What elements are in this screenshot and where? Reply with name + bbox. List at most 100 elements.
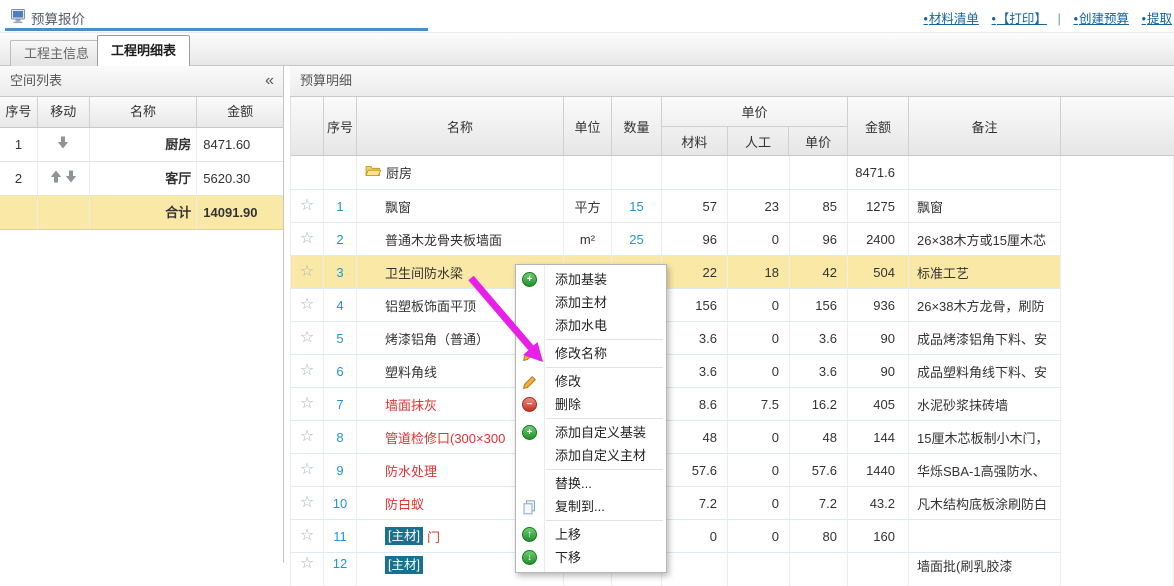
move-down-icon[interactable] xyxy=(65,162,77,195)
favorite-star-icon[interactable]: ☆ xyxy=(300,556,314,572)
row-seq[interactable]: 6 xyxy=(324,355,357,388)
row-material: 57.6 xyxy=(662,454,728,487)
folder-icon[interactable] xyxy=(365,165,381,180)
row-material: 96 xyxy=(662,223,728,256)
favorite-star-icon[interactable]: ☆ xyxy=(300,462,314,478)
row-unit-price: 3.6 xyxy=(790,322,848,355)
budget-row-1[interactable]: ☆ 1 飘窗 平方 15 57 23 85 1275 飘窗 xyxy=(291,190,1174,223)
row-seq[interactable]: 8 xyxy=(324,421,357,454)
budget-row-2[interactable]: ☆ 2 普通木龙骨夹板墙面 m² 25 96 0 96 2400 26×38木方… xyxy=(291,223,1174,256)
row-seq[interactable]: 11 xyxy=(324,520,357,553)
move-up-icon[interactable] xyxy=(50,162,62,195)
favorite-star-icon[interactable]: ☆ xyxy=(300,231,314,247)
row-labor: 18 xyxy=(728,256,790,289)
budget-row-12-partial[interactable]: ☆ 12 [主材] 墙面批(刷乳胶漆 xyxy=(291,553,1174,586)
row-labor: 0 xyxy=(728,223,790,256)
row-amount: 43.2 xyxy=(848,487,909,520)
row-material: 0 xyxy=(662,520,728,553)
row-seq[interactable]: 2 xyxy=(324,223,357,256)
row-labor: 0 xyxy=(728,322,790,355)
menu-item-rename[interactable]: 修改名称 xyxy=(516,342,666,365)
space-row-kitchen[interactable]: 1 厨房 8471.60 xyxy=(0,128,283,162)
budget-row-10[interactable]: ☆ 10 防白蚁 7.2 0 7.2 43.2 凡木结构底板涂刷防白 xyxy=(291,487,1174,520)
row-seq[interactable]: 4 xyxy=(324,289,357,322)
row-material: 7.2 xyxy=(662,487,728,520)
space-row-living-room[interactable]: 2 客厅 5620.30 xyxy=(0,162,283,196)
title-bar: 预算报价 •材料清单 •【打印】 | •创建预算 •提取 xyxy=(0,0,1174,33)
menu-separator xyxy=(546,339,663,340)
budget-row-6[interactable]: ☆ 6 塑料角线 3.6 0 3.6 90 成品塑料角线下料、安 xyxy=(291,355,1174,388)
menu-item-copy-to[interactable]: 复制到... xyxy=(516,495,666,518)
favorite-star-icon[interactable]: ☆ xyxy=(300,429,314,445)
row-remark: 凡木结构底板涂刷防白 xyxy=(909,487,1061,520)
budget-row-5[interactable]: ☆ 5 烤漆铝角（普通） 3.6 0 3.6 90 成品烤漆铝角下料、安 xyxy=(291,322,1174,355)
menu-item-add-custom-main-material[interactable]: 添加自定义主材 xyxy=(516,444,666,467)
row-material: 57 xyxy=(662,190,728,223)
group-row-kitchen[interactable]: 厨房 8471.6 xyxy=(291,156,1174,190)
material-list-link[interactable]: •材料清单 xyxy=(923,12,978,26)
print-link[interactable]: •【打印】 xyxy=(992,12,1047,26)
row-remark: 26×38木方龙骨，刷防 xyxy=(909,289,1061,322)
row-seq[interactable]: 10 xyxy=(324,487,357,520)
budget-row-8[interactable]: ☆ 8 管道检修口(300×300 48 0 48 144 15厘木芯板制小木门… xyxy=(291,421,1174,454)
space-list-title: 空间列表 xyxy=(10,73,62,88)
budget-row-7[interactable]: ☆ 7 墙面抹灰 8.6 7.5 16.2 405 水泥砂浆抹砖墙 xyxy=(291,388,1174,421)
col-group-unit-price: 单价 材料 人工 单价 xyxy=(662,97,848,155)
favorite-star-icon[interactable]: ☆ xyxy=(300,297,314,313)
create-budget-link[interactable]: •创建预算 xyxy=(1074,12,1129,26)
col-star xyxy=(291,97,324,155)
favorite-star-icon[interactable]: ☆ xyxy=(300,495,314,511)
menu-item-delete[interactable]: − 删除 xyxy=(516,393,666,416)
menu-item-edit[interactable]: 修改 xyxy=(516,370,666,393)
row-material: 8.6 xyxy=(662,388,728,421)
col-amount: 金额 xyxy=(197,97,283,127)
tab-project-detail-table[interactable]: 工程明细表 xyxy=(97,35,190,66)
row-seq[interactable]: 12 xyxy=(324,553,357,586)
favorite-star-icon[interactable]: ☆ xyxy=(300,330,314,346)
budget-row-9[interactable]: ☆ 9 防水处理 57.6 0 57.6 1440 华烁SBA-1高强防水、 xyxy=(291,454,1174,487)
menu-item-add-main-material[interactable]: 添加主材 xyxy=(516,291,666,314)
col-seq: 序号 xyxy=(324,97,357,155)
collapse-panel-button[interactable]: « xyxy=(265,66,274,96)
row-seq[interactable]: 5 xyxy=(324,322,357,355)
budget-detail-title: 预算明细 xyxy=(300,73,352,88)
favorite-star-icon[interactable]: ☆ xyxy=(300,198,314,214)
menu-item-add-plumbing-electric[interactable]: 添加水电 xyxy=(516,314,666,337)
space-name: 厨房 xyxy=(90,128,198,162)
budget-row-4[interactable]: ☆ 4 铝塑板饰面平顶 156 0 156 936 26×38木方龙骨，刷防 xyxy=(291,289,1174,322)
favorite-star-icon[interactable]: ☆ xyxy=(300,363,314,379)
row-seq[interactable]: 1 xyxy=(324,190,357,223)
row-amount: 144 xyxy=(848,421,909,454)
total-amount: 14091.90 xyxy=(197,196,283,230)
app-monitor-icon xyxy=(10,8,26,27)
row-seq[interactable]: 9 xyxy=(324,454,357,487)
row-seq[interactable]: 7 xyxy=(324,388,357,421)
extract-link[interactable]: •提取 xyxy=(1142,12,1172,26)
move-down-icon[interactable] xyxy=(57,128,69,161)
col-remark: 备注 xyxy=(909,97,1061,155)
budget-row-3-selected[interactable]: ☆ 3 卫生间防水梁 22 18 42 504 标准工艺 xyxy=(291,256,1174,289)
group-amount: 8471.6 xyxy=(848,156,909,190)
favorite-star-icon[interactable]: ☆ xyxy=(300,528,314,544)
favorite-star-icon[interactable]: ☆ xyxy=(300,264,314,280)
menu-item-move-up[interactable]: ↑ 上移 xyxy=(516,523,666,546)
row-remark: 水泥砂浆抹砖墙 xyxy=(909,388,1061,421)
tab-project-main-info[interactable]: 工程主信息 xyxy=(10,40,103,66)
menu-item-move-down[interactable]: ↓ 下移 xyxy=(516,546,666,569)
menu-item-add-custom-base[interactable]: + 添加自定义基装 xyxy=(516,421,666,444)
row-qty[interactable]: 15 xyxy=(612,190,662,223)
row-unit-price: 57.6 xyxy=(790,454,848,487)
col-move: 移动 xyxy=(38,97,90,127)
menu-separator xyxy=(546,469,663,470)
row-seq[interactable]: 3 xyxy=(324,256,357,289)
favorite-star-icon[interactable]: ☆ xyxy=(300,396,314,412)
page-title: 预算报价 xyxy=(31,8,85,28)
row-labor: 0 xyxy=(728,421,790,454)
move-up-icon: ↑ xyxy=(522,527,537,542)
row-qty[interactable]: 25 xyxy=(612,223,662,256)
budget-row-11[interactable]: ☆ 11 [主材] 门 0 0 80 160 xyxy=(291,520,1174,553)
menu-item-add-base[interactable]: + 添加基装 xyxy=(516,268,666,291)
menu-item-replace[interactable]: 替换... xyxy=(516,472,666,495)
toolbar-links: •材料清单 •【打印】 | •创建预算 •提取 xyxy=(914,8,1172,27)
col-name: 名称 xyxy=(90,97,198,127)
